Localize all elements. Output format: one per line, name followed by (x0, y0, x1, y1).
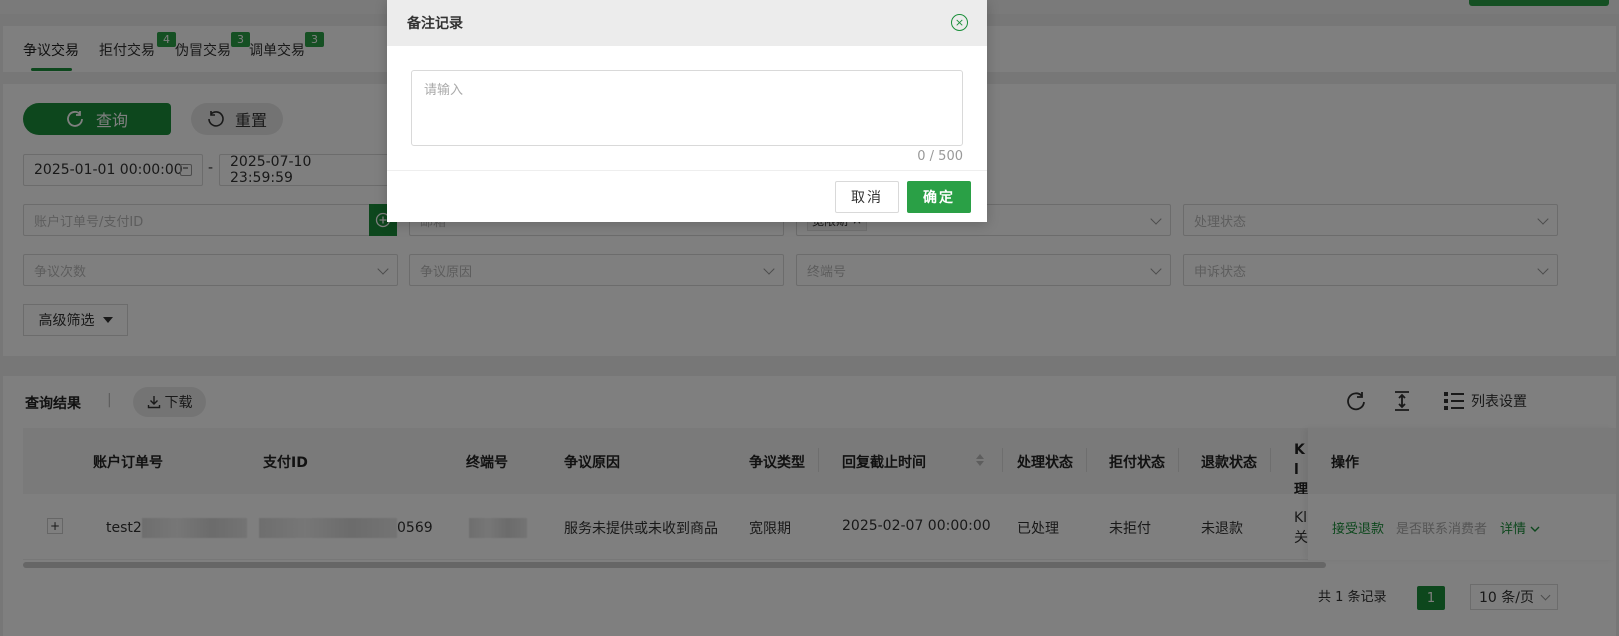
modal-header: 备注记录 × (387, 0, 987, 46)
close-icon[interactable]: × (951, 14, 968, 31)
char-counter: 0 / 500 (917, 149, 963, 164)
cancel-button[interactable]: 取消 (835, 181, 899, 213)
remark-modal: 备注记录 × 0 / 500 取消 确定 (387, 0, 987, 222)
modal-title: 备注记录 (407, 16, 463, 32)
remark-textarea[interactable] (411, 70, 963, 146)
modal-divider (387, 170, 987, 171)
confirm-button[interactable]: 确定 (907, 181, 971, 213)
